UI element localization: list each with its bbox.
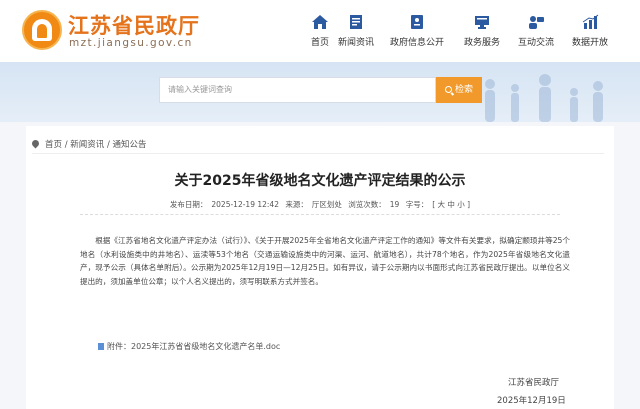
nav-label: 新闻资讯 — [337, 38, 374, 48]
source-label: 来源： — [285, 200, 308, 209]
service-icon — [473, 14, 491, 30]
search-icon — [444, 86, 452, 93]
article-title: 关于2025年省级地名文化遗产评定结果的公示 — [174, 173, 466, 189]
nav-item-interaction[interactable]: 互动交流 — [506, 14, 566, 48]
nav-item-info-disclosure[interactable]: 政府信息公开 — [387, 14, 447, 48]
breadcrumb: 首页 / 新闻资讯 / 通知公告 — [30, 138, 147, 150]
divider — [32, 153, 604, 154]
publish-time-label: 发布日期： — [169, 200, 208, 209]
ministry-emblem-icon[interactable] — [22, 10, 62, 50]
info-disclosure-icon — [408, 14, 426, 30]
search-button[interactable]: 检索 — [436, 77, 482, 103]
people-silhouette-icon — [485, 74, 603, 122]
search-banner: 请输入关键词查询 检索 — [0, 62, 640, 122]
source: 厅区划处 — [311, 200, 342, 209]
font-size-label: 字号： — [405, 200, 429, 209]
attachment-text[interactable]: 附件：2025年江苏省省级地名文化遗产名单.doc — [107, 342, 280, 351]
views-count: 19 — [389, 200, 400, 209]
interaction-icon — [527, 14, 545, 30]
nav-label: 政府信息公开 — [389, 38, 444, 48]
search-input[interactable]: 请输入关键词查询 — [159, 77, 436, 103]
nav-item-news[interactable]: 新闻资讯 — [326, 14, 386, 48]
site-header: 江苏省民政厅 mzt.jiangsu.gov.cn 首页 新闻资讯 政府信息公开… — [0, 0, 640, 62]
nav-label: 数据开放 — [571, 38, 608, 48]
signature-date: 2025年12月19日 — [497, 396, 566, 406]
font-size-switch[interactable]: [ 大 中 小 ] — [432, 200, 470, 209]
nav-item-service[interactable]: 政务服务 — [452, 14, 512, 48]
data-chart-icon — [581, 14, 599, 30]
article-body: 根据《江苏省地名文化遗产评定办法（试行）》、《关于开展2025年全省地名文化遗产… — [80, 236, 570, 286]
divider — [80, 214, 560, 215]
attachment-link[interactable]: 附件：2025年江苏省省级地名文化遗产名单.doc — [98, 341, 280, 352]
nav-item-data-open[interactable]: 数据开放 — [560, 14, 620, 48]
site-url: mzt.jiangsu.gov.cn — [69, 37, 193, 49]
nav-label: 互动交流 — [517, 38, 554, 48]
views-label: 浏览次数： — [348, 200, 386, 209]
document-icon — [98, 343, 104, 350]
site-title[interactable]: 江苏省民政厅 — [68, 10, 200, 40]
news-icon — [347, 14, 365, 30]
location-pin-icon — [30, 138, 41, 149]
breadcrumb-text[interactable]: 首页 / 新闻资讯 / 通知公告 — [45, 140, 147, 150]
signature-org: 江苏省民政厅 — [508, 378, 560, 388]
search-button-label: 检索 — [454, 85, 473, 95]
nav-label: 政务服务 — [463, 38, 500, 48]
article-meta: 发布日期： 2025-12-19 12:42 来源： 厅区划处 浏览次数： 19 字号… — [0, 199, 640, 210]
publish-time: 2025-12-19 12:42 — [211, 200, 279, 209]
